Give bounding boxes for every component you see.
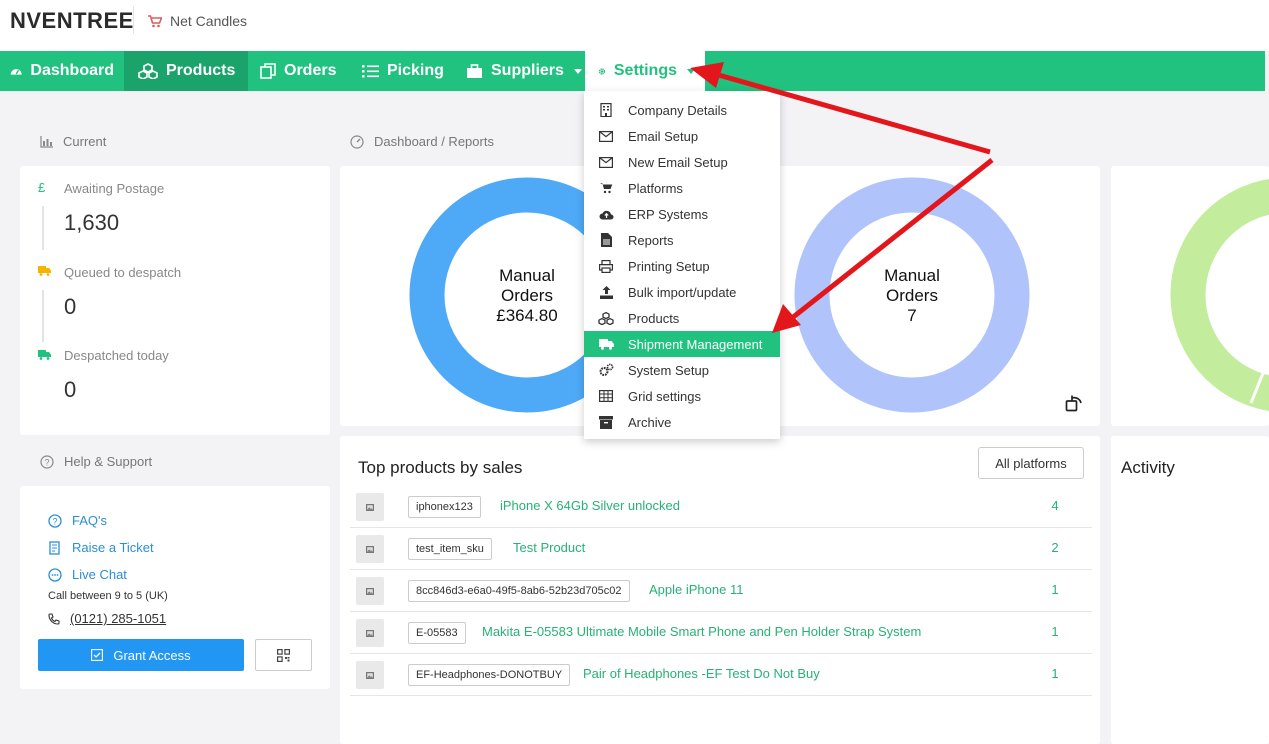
arrow-head-settings xyxy=(690,62,724,88)
annotation-arrows xyxy=(690,62,994,333)
arrow-to-settings xyxy=(714,71,991,155)
arrow-head-shipment xyxy=(772,304,801,333)
arrow-to-shipment xyxy=(790,158,994,320)
